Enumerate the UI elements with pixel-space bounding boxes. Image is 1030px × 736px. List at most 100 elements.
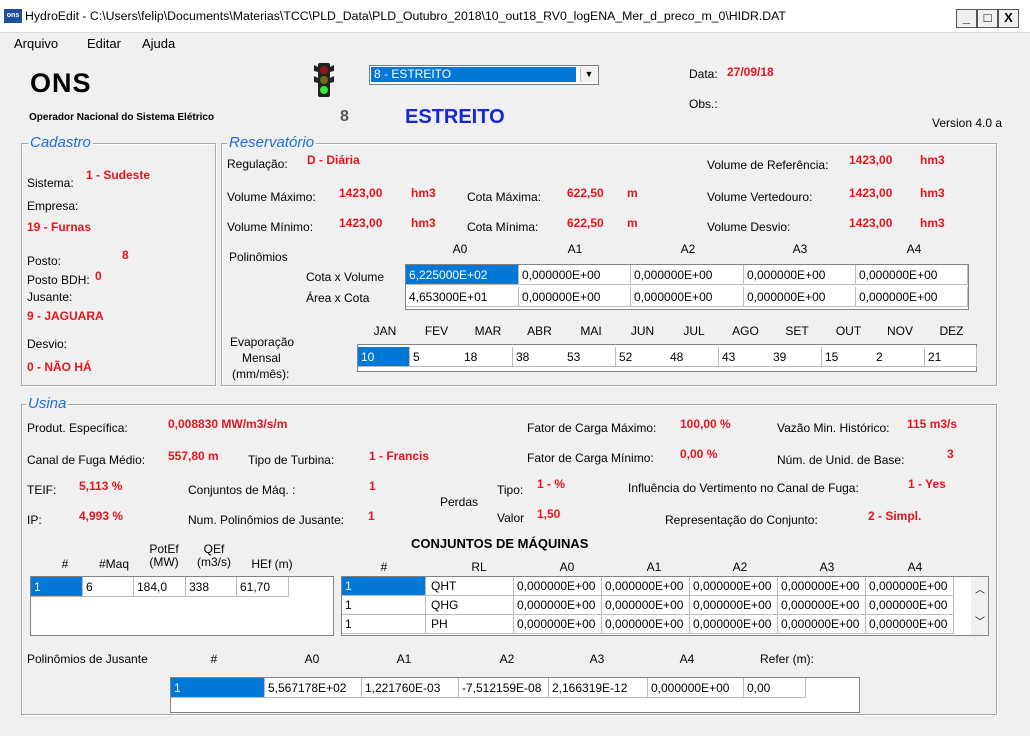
- poly-grid-scrollbar[interactable]: ︿ ﹀: [971, 577, 988, 635]
- fc-max-label: Fator de Carga Máximo:: [527, 421, 657, 435]
- poly-row-1-col-6[interactable]: 0,000000E+00: [866, 596, 954, 615]
- poly-row-0-col-4[interactable]: 0,000000E+00: [690, 577, 778, 596]
- cota-volume-a2[interactable]: 0,000000E+00: [631, 265, 744, 285]
- poly-row-1-col-3[interactable]: 0,000000E+00: [602, 596, 690, 615]
- usina-title: Usina: [26, 395, 69, 412]
- cota-volume-a4[interactable]: 0,000000E+00: [856, 265, 968, 285]
- minimize-button[interactable]: _: [956, 9, 977, 28]
- maq-poly-grid[interactable]: 0,000000E+00 0,000000E+00 0,000000E+00 0,00…: [341, 576, 989, 636]
- evap-cell-mai[interactable]: 53: [564, 347, 616, 367]
- evap-cell-out[interactable]: 15: [822, 347, 874, 367]
- area-cota-a0[interactable]: 4,653000E+01: [406, 287, 519, 307]
- num-unid-value: 3: [947, 447, 954, 461]
- poly-row-1-col-4[interactable]: 0,000000E+00: [690, 596, 778, 615]
- vol-max-value: 1423,00: [339, 186, 383, 200]
- poly-row-2-col-3[interactable]: 0,000000E+00: [602, 615, 690, 634]
- num-poly-value: 1: [368, 509, 375, 523]
- poly-header-a4-usina: A4: [907, 560, 923, 574]
- evap-cell-jan[interactable]: 10: [358, 347, 410, 367]
- scroll-down-icon[interactable]: ﹀: [975, 613, 985, 628]
- jusante-cell-num[interactable]: 1: [171, 678, 265, 698]
- poly-header-a3-usina: A3: [819, 560, 835, 574]
- vol-ref-value: 1423,00: [849, 153, 893, 167]
- vol-max-label: Volume Máximo:: [227, 190, 316, 204]
- maq-cell-num[interactable]: 1: [31, 577, 83, 597]
- posto-bdh-label: Posto BDH:: [27, 273, 90, 287]
- poly-row-1-col-2[interactable]: 0,000000E+00: [514, 596, 602, 615]
- poly-row-1-col-0[interactable]: 1: [342, 596, 426, 615]
- jusante-header-a1: A1: [396, 652, 412, 666]
- repr-value: 2 - Simpl.: [868, 509, 922, 523]
- evap-cell-dez[interactable]: 21: [925, 347, 977, 367]
- cota-max-label: Cota Máxima:: [467, 190, 542, 204]
- maq-cell-potef[interactable]: 184,0: [134, 577, 186, 597]
- conjuntos-title: CONJUNTOS DE MÁQUINAS: [411, 536, 589, 551]
- poly-row-0-col-2[interactable]: 0,000000E+00: [514, 577, 602, 596]
- evap-cell-nov[interactable]: 2: [873, 347, 925, 367]
- poly-row-2-col-6[interactable]: 0,000000E+00: [866, 615, 954, 634]
- poly-row-2-col-4[interactable]: 0,000000E+00: [690, 615, 778, 634]
- evap-cell-set[interactable]: 39: [770, 347, 822, 367]
- ip-label: IP:: [27, 513, 42, 527]
- evap-cell-abr[interactable]: 38: [513, 347, 565, 367]
- poly-row-2-col-2[interactable]: 0,000000E+00: [514, 615, 602, 634]
- jusante-cell-refer[interactable]: 0,00: [744, 678, 806, 698]
- vol-vert-label: Volume Vertedouro:: [707, 190, 813, 204]
- conj-label: Conjuntos de Máq. :: [188, 483, 296, 497]
- poly-row-1-col-1[interactable]: QHG: [426, 596, 514, 615]
- poly-row-0-col-3[interactable]: 0,000000E+00: [602, 577, 690, 596]
- area-cota-a4[interactable]: 0,000000E+00: [856, 287, 968, 307]
- area-cota-a1[interactable]: 0,000000E+00: [519, 287, 631, 307]
- evap-cell-fev[interactable]: 5: [410, 347, 462, 367]
- cota-volume-a3[interactable]: 0,000000E+00: [744, 265, 856, 285]
- maq-header-num: #: [61, 557, 69, 571]
- poly-row-0-col-1[interactable]: QHT: [426, 577, 514, 596]
- evap-cell-jun[interactable]: 52: [616, 347, 668, 367]
- evap-cell-ago[interactable]: 43: [719, 347, 771, 367]
- fc-min-value: 0,00 %: [680, 447, 718, 461]
- reservoir-poly-grid[interactable]: 6,225000E+02 0,000000E+00 0,000000E+00 0…: [405, 264, 969, 310]
- canal-label: Canal de Fuga Médio:: [27, 453, 146, 467]
- cota-min-label: Cota Mínima:: [467, 220, 539, 234]
- area-cota-a2[interactable]: 0,000000E+00: [631, 287, 744, 307]
- jusante-cell-a0[interactable]: 5,567178E+02: [265, 678, 362, 698]
- area-cota-a3[interactable]: 0,000000E+00: [744, 287, 856, 307]
- maquinas-grid[interactable]: 1 6 184,0 338 61,70: [30, 576, 334, 636]
- polinomios-label: Polinômios: [229, 250, 288, 264]
- maq-cell-hef[interactable]: 61,70: [237, 577, 289, 597]
- jusante-cell-a3[interactable]: 2,166319E-12: [549, 678, 648, 698]
- evap-cell-mar[interactable]: 18: [461, 347, 513, 367]
- menu-ajuda[interactable]: Ajuda: [142, 36, 175, 51]
- evaporation-grid[interactable]: 10 5 18 38 53 52 48 43 39 15 2 21: [357, 344, 977, 372]
- poly-row-0-col-0[interactable]: 1: [342, 577, 426, 596]
- evap-cell-jul[interactable]: 48: [667, 347, 719, 367]
- cota-volume-a1[interactable]: 0,000000E+00: [519, 265, 631, 285]
- poly-row-2-col-0[interactable]: 1: [342, 615, 426, 634]
- poly-row-2-col-5[interactable]: 0,000000E+00: [778, 615, 866, 634]
- teif-label: TEIF:: [27, 483, 57, 497]
- scroll-up-icon[interactable]: ︿: [975, 581, 985, 596]
- plant-select[interactable]: 8 - ESTREITO ▼: [369, 65, 599, 85]
- poly-row-0-col-6[interactable]: 0,000000E+00: [866, 577, 954, 596]
- jusante-cell-a4[interactable]: 0,000000E+00: [648, 678, 744, 698]
- jusante-cell-a2[interactable]: -7,512159E-08: [459, 678, 549, 698]
- chevron-down-icon[interactable]: ▼: [580, 67, 597, 82]
- jusante-header-a4: A4: [679, 652, 695, 666]
- canal-value: 557,80 m: [168, 449, 219, 463]
- menu-arquivo[interactable]: Arquivo: [14, 36, 58, 51]
- jusante-cell-a1[interactable]: 1,221760E-03: [362, 678, 459, 698]
- maximize-button[interactable]: □: [977, 9, 998, 28]
- poly-row-0-col-5[interactable]: 0,000000E+00: [778, 577, 866, 596]
- menu-editar[interactable]: Editar: [87, 36, 121, 51]
- cota-volume-a0[interactable]: 6,225000E+02: [406, 265, 519, 285]
- org-name: Operador Nacional do Sistema Elétrico: [29, 112, 215, 123]
- maq-cell-maq[interactable]: 6: [83, 577, 134, 597]
- produt-label: Produt. Específica:: [27, 421, 128, 435]
- poly-row-1-col-5[interactable]: 0,000000E+00: [778, 596, 866, 615]
- poly-row-2-col-1[interactable]: PH: [426, 615, 514, 634]
- maq-cell-qef[interactable]: 338: [186, 577, 237, 597]
- jusante-grid[interactable]: 1 5,567178E+02 1,221760E-03 -7,512159E-0…: [170, 677, 860, 713]
- cota-max-unit: m: [627, 186, 638, 200]
- month-header-abr: ABR: [527, 324, 552, 338]
- close-button[interactable]: X: [998, 9, 1019, 28]
